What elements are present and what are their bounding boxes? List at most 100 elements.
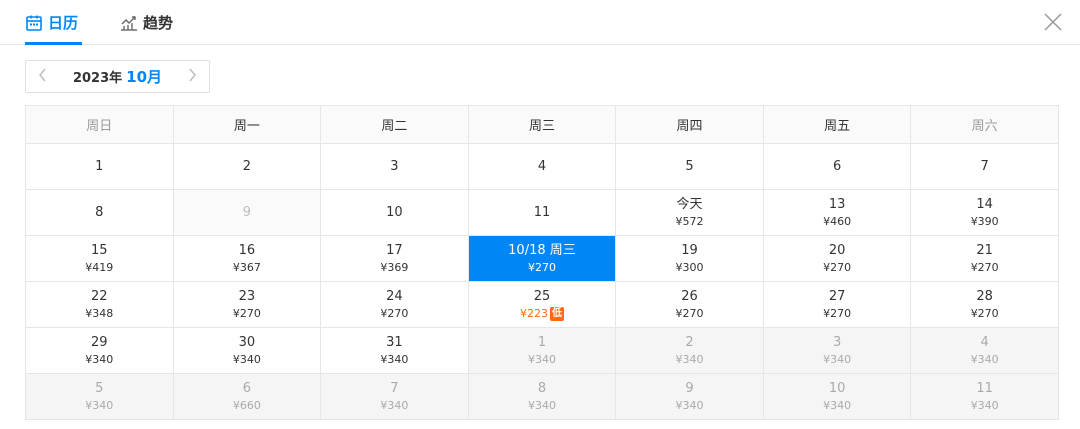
calendar-day-cell[interactable]: 3: [320, 143, 469, 190]
calendar-day-cell[interactable]: 1 ¥340: [467, 327, 617, 374]
calendar-day-cell[interactable]: 今天 ¥572: [615, 189, 764, 236]
calendar-week-row: 8 9 10 11 今天 ¥572 13 ¥460 14 ¥390: [25, 189, 1059, 236]
current-month-label: 2023年 10月: [60, 66, 175, 87]
calendar-day-cell[interactable]: 14 ¥390: [910, 189, 1059, 236]
calendar-day-cell[interactable]: 5 ¥340: [25, 373, 174, 420]
calendar-day-cell[interactable]: 7 ¥340: [320, 373, 469, 420]
calendar-day-cell[interactable]: 10 ¥340: [762, 373, 912, 420]
calendar-icon: [25, 14, 43, 32]
price-value: ¥270: [970, 306, 999, 320]
weekday-header: 周三: [467, 105, 617, 144]
calendar-day-cell[interactable]: 6 ¥660: [172, 373, 322, 420]
day-price: ¥270: [616, 305, 763, 322]
calendar-day-cell[interactable]: 11 ¥340: [910, 373, 1059, 420]
calendar-week-row: 5 ¥340 6 ¥660 7 ¥340 8 ¥340 9 ¥340 10 ¥340 11 ¥340: [25, 373, 1059, 420]
calendar-day-cell[interactable]: 31 ¥340: [320, 327, 469, 374]
day-label: 25: [533, 288, 551, 304]
calendar-day-cell[interactable]: 26 ¥270: [615, 281, 764, 328]
day-label: 20: [828, 242, 846, 258]
calendar-day-cell[interactable]: 7: [910, 143, 1059, 190]
day-label: 21: [976, 242, 993, 258]
calendar-day-cell[interactable]: 21 ¥270: [910, 235, 1059, 282]
calendar-day-cell[interactable]: 9 ¥340: [615, 373, 764, 420]
price-value: ¥270: [380, 306, 409, 320]
price-value: ¥270: [823, 306, 852, 320]
day-price: ¥367: [174, 259, 321, 276]
day-price: ¥340: [26, 351, 173, 368]
calendar-day-cell[interactable]: 13 ¥460: [762, 189, 912, 236]
calendar-day-cell[interactable]: 22 ¥348: [25, 281, 174, 328]
calendar-day-cell[interactable]: 19 ¥300: [615, 235, 764, 282]
calendar-day-cell[interactable]: 6: [762, 143, 912, 190]
day-label: 6: [242, 380, 251, 396]
calendar-day-cell: 9: [172, 189, 322, 236]
next-month-button[interactable]: [175, 61, 209, 92]
day-price: ¥460: [764, 213, 911, 230]
calendar-day-cell[interactable]: 16 ¥367: [172, 235, 322, 282]
day-price: ¥348: [26, 305, 173, 322]
tab-bar: 日历 趋势: [0, 0, 1080, 45]
calendar-day-cell[interactable]: 25 ¥223 低: [467, 281, 617, 328]
price-value: ¥270: [527, 260, 556, 274]
calendar-day-cell[interactable]: 4 ¥340: [910, 327, 1059, 374]
day-label: 28: [976, 288, 993, 304]
day-label: 2: [685, 334, 694, 350]
day-price: ¥300: [616, 259, 763, 276]
calendar-day-cell[interactable]: 1: [25, 143, 174, 190]
day-label: 9: [242, 205, 251, 220]
day-label: 9: [685, 380, 694, 396]
price-value: ¥390: [970, 214, 999, 228]
calendar-day-cell[interactable]: 4: [467, 143, 617, 190]
close-icon[interactable]: [1042, 11, 1064, 33]
calendar-day-cell[interactable]: 27 ¥270: [762, 281, 912, 328]
calendar-day-cell[interactable]: 2: [172, 143, 322, 190]
day-label: 4: [980, 334, 989, 350]
day-price: ¥572: [616, 213, 763, 230]
price-value: ¥460: [823, 214, 852, 228]
calendar-day-cell[interactable]: 8: [25, 189, 174, 236]
day-label: 3: [832, 334, 842, 350]
month-label: 10月: [126, 68, 163, 86]
price-value: ¥419: [85, 260, 114, 274]
day-label: 24: [386, 288, 403, 304]
calendar-day-cell[interactable]: 2 ¥340: [615, 327, 764, 374]
day-price: ¥340: [911, 397, 1058, 414]
weekday-header: 周六: [910, 105, 1059, 144]
calendar-day-cell[interactable]: 5: [615, 143, 764, 190]
day-price: ¥223 低: [469, 305, 616, 322]
day-price: ¥270: [174, 305, 321, 322]
calendar-day-cell[interactable]: 17 ¥369: [320, 235, 469, 282]
calendar-day-cell[interactable]: 28 ¥270: [910, 281, 1059, 328]
calendar-day-cell[interactable]: 8 ¥340: [467, 373, 617, 420]
price-value: ¥270: [232, 306, 261, 320]
tab-trend[interactable]: 趋势: [120, 0, 173, 45]
calendar-day-cell[interactable]: 23 ¥270: [172, 281, 322, 328]
calendar-day-cell[interactable]: 11: [467, 189, 617, 236]
weekday-header: 周日: [25, 105, 174, 144]
calendar-day-cell[interactable]: 30 ¥340: [172, 327, 322, 374]
calendar-day-cell[interactable]: 15 ¥419: [25, 235, 174, 282]
chevron-left-icon: [38, 67, 48, 86]
day-label: 31: [386, 334, 403, 350]
day-label: 11: [533, 205, 551, 220]
calendar-day-cell[interactable]: 29 ¥340: [25, 327, 174, 374]
price-value: ¥340: [527, 398, 556, 412]
calendar-week-row: 29 ¥340 30 ¥340 31 ¥340 1 ¥340 2 ¥340 3 ¥340 4 ¥340: [25, 327, 1059, 374]
calendar-day-cell[interactable]: 10/18 周三 ¥270: [467, 235, 617, 282]
calendar-week-row: 22 ¥348 23 ¥270 24 ¥270 25 ¥223 低 26 ¥270 27 ¥270 28 ¥…: [25, 281, 1059, 328]
calendar-day-cell[interactable]: 20 ¥270: [762, 235, 912, 282]
weekday-header: 周一: [172, 105, 322, 144]
prev-month-button[interactable]: [26, 61, 60, 92]
calendar-day-cell[interactable]: 10: [320, 189, 469, 236]
calendar-day-cell[interactable]: 24 ¥270: [320, 281, 469, 328]
price-value: ¥367: [232, 260, 261, 274]
day-price: ¥270: [911, 259, 1058, 276]
day-label: 10/18 周三: [508, 242, 576, 258]
day-label: 15: [91, 242, 108, 258]
calendar-day-cell[interactable]: 3 ¥340: [762, 327, 912, 374]
price-value: ¥572: [675, 214, 704, 228]
price-value: ¥660: [232, 398, 261, 412]
day-label: 今天: [676, 196, 703, 212]
tab-calendar[interactable]: 日历: [25, 0, 78, 45]
price-value: ¥340: [380, 398, 409, 412]
